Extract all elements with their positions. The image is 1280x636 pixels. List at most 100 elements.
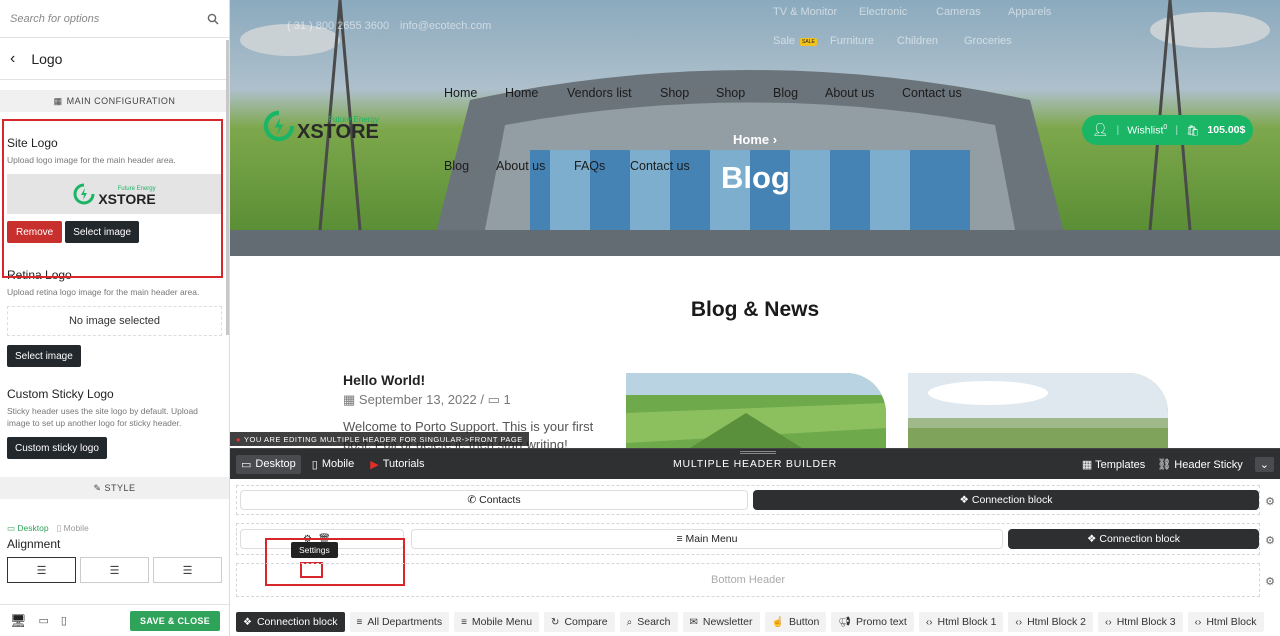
post-title[interactable]: Hello World!	[343, 372, 425, 388]
site-preview: ( 31 ) 800 2655 3600 info@ecotech.com TV…	[230, 0, 1280, 448]
code-icon: ‹›	[1194, 616, 1202, 628]
nav2-contact[interactable]: Contact us	[630, 159, 690, 173]
custom-sticky-logo-button[interactable]: Custom sticky logo	[7, 437, 107, 459]
editing-banner: ● YOU ARE EDITING MULTIPLE HEADER FOR SIN…	[230, 432, 529, 446]
sticky-logo-title: Custom Sticky Logo	[7, 387, 114, 401]
cart-icon[interactable]: 🛍︎	[1186, 124, 1199, 137]
palette-mobile-menu[interactable]: ≡ Mobile Menu	[454, 612, 540, 632]
link-icon: ⛓	[1157, 458, 1172, 471]
site-logo-name: XSTORE	[297, 121, 379, 143]
nav-blog[interactable]: Blog	[773, 86, 798, 100]
tab-tutorials[interactable]: ▶ Tutorials	[365, 455, 429, 474]
select-retina-button[interactable]: Select image	[7, 345, 81, 367]
align-right-button[interactable]: ☰	[153, 557, 222, 583]
palette-newsletter[interactable]: ✉ Newsletter	[682, 612, 760, 632]
search-input[interactable]: Search for options	[0, 0, 229, 38]
nav-home-1[interactable]: Home	[444, 86, 477, 100]
palette-button[interactable]: ☝ Button	[764, 612, 827, 632]
palette-promo-text[interactable]: 📢︎ Promo text	[831, 612, 914, 632]
row2-settings-icon[interactable]: ⚙	[1265, 534, 1275, 547]
code-icon: ‹›	[925, 616, 933, 628]
row1-settings-icon[interactable]: ⚙	[1265, 495, 1275, 508]
device-mobile-tab[interactable]: ▯ Mobile	[57, 523, 89, 534]
palette-connection-block[interactable]: ❖ Connection block	[236, 612, 345, 632]
nav2-faqs[interactable]: FAQs	[574, 159, 605, 173]
templates-button[interactable]: ▦ Templates	[1082, 458, 1145, 471]
back-button[interactable]: ‹ Logo	[0, 38, 229, 80]
palette-compare[interactable]: ↻ Compare	[544, 612, 615, 632]
desktop-preview-icon[interactable]: 🖥	[10, 613, 27, 629]
tab-mobile[interactable]: ▯ Mobile	[307, 455, 359, 474]
align-left-icon: ☰	[36, 564, 47, 577]
topbar-link-electronic[interactable]: Electronic	[859, 6, 907, 18]
topbar-link-groceries[interactable]: Groceries	[964, 35, 1012, 47]
palette-html-block[interactable]: ‹› Html Block	[1187, 612, 1264, 632]
align-center-button[interactable]: ☰	[80, 557, 149, 583]
palette-search[interactable]: ⌕ Search	[619, 612, 678, 632]
megaphone-icon: 📢︎	[838, 616, 852, 628]
device-desktop-tab[interactable]: ▭ Desktop	[7, 523, 49, 534]
menu-icon: ≡	[356, 616, 363, 628]
topbar-link-sale[interactable]: Sale	[773, 35, 795, 47]
customizer-panel: Search for options ‹ Logo ▦ MAIN CONFIGU…	[0, 0, 230, 636]
align-left-button[interactable]: ☰	[7, 557, 76, 583]
breadcrumb[interactable]: Home ›	[733, 132, 777, 147]
topbar-link-tv[interactable]: TV & Monitor	[773, 6, 837, 18]
bottom-header-row[interactable]: Bottom Header	[236, 563, 1260, 597]
post-meta: ▦ September 13, 2022 / ▭ 1	[343, 392, 511, 407]
post-image-1[interactable]	[626, 373, 886, 448]
hero-banner: ( 31 ) 800 2655 3600 info@ecotech.com TV…	[230, 0, 1280, 256]
post-image-2[interactable]	[908, 373, 1168, 448]
palette-html-block-1[interactable]: ‹› Html Block 1	[918, 612, 1004, 632]
device-switch: ▭ Desktop ▯ Mobile	[7, 523, 222, 534]
main-configuration-header: ▦ MAIN CONFIGURATION	[0, 90, 229, 112]
nav2-blog[interactable]: Blog	[444, 159, 469, 173]
tab-desktop[interactable]: ▭ Desktop	[236, 454, 301, 474]
desktop-icon: ▭	[241, 458, 252, 471]
bottom-header-label: Bottom Header	[711, 574, 785, 586]
layers-icon: ❖	[243, 616, 252, 628]
row3-settings-icon[interactable]: ⚙	[1265, 575, 1275, 588]
search-icon[interactable]	[207, 13, 219, 25]
nav-about[interactable]: About us	[825, 86, 874, 100]
mobile-preview-icon[interactable]: ▯	[61, 614, 67, 627]
nav2-about[interactable]: About us	[496, 159, 545, 173]
sticky-logo-desc: Sticky header uses the site logo by defa…	[7, 406, 198, 428]
panel-footer: 🖥 ▭ ▯ SAVE & CLOSE	[0, 604, 229, 636]
nav-contact[interactable]: Contact us	[902, 86, 962, 100]
topbar-link-furniture[interactable]: Furniture	[830, 35, 874, 47]
header-builder: ▭ Desktop ▯ Mobile ▶ Tutorials MULTIPLE HEA…	[230, 448, 1280, 636]
cart-total[interactable]: 105.00$	[1207, 124, 1245, 136]
drag-handle[interactable]	[740, 451, 776, 454]
collapse-button[interactable]: ⌄	[1254, 456, 1274, 472]
top-header-row: ✆ Contacts ❖ Connection block	[236, 485, 1260, 515]
comment-icon: ▭	[487, 392, 500, 407]
nav-shop-2[interactable]: Shop	[716, 86, 745, 100]
wishlist-cart-pill[interactable]: 👤︎ | Wishlist0 | 🛍︎ 105.00$	[1082, 115, 1253, 145]
topbar-link-apparels[interactable]: Apparels	[1008, 6, 1051, 18]
topbar-link-children[interactable]: Children	[897, 35, 938, 47]
user-icon[interactable]: 👤︎	[1092, 122, 1109, 138]
wishlist-link[interactable]: Wishlist0	[1127, 124, 1167, 137]
nav-shop-1[interactable]: Shop	[660, 86, 689, 100]
menu-icon: ≡	[461, 616, 467, 628]
layers-icon: ❖	[1087, 533, 1097, 545]
save-close-button[interactable]: SAVE & CLOSE	[130, 610, 220, 631]
tablet-preview-icon[interactable]: ▭	[39, 614, 49, 627]
panel-scrollbar[interactable]	[226, 40, 229, 335]
style-header: ✎ STYLE	[0, 477, 229, 499]
nav-home-2[interactable]: Home	[505, 86, 538, 100]
palette-all-departments[interactable]: ≡ All Departments	[349, 612, 450, 632]
palette-html-block-2[interactable]: ‹› Html Block 2	[1008, 612, 1094, 632]
site-logo[interactable]: Future Energy XSTORE	[263, 110, 379, 142]
nav-vendors[interactable]: Vendors list	[567, 86, 632, 100]
topbar-link-cameras[interactable]: Cameras	[936, 6, 981, 18]
main-menu-element[interactable]: ≡ Main Menu	[411, 529, 1003, 549]
builder-rows: ✆ Contacts ❖ Connection block ⚙ ⚙ 🗑︎ ≡ M…	[230, 479, 1280, 607]
contacts-element[interactable]: ✆ Contacts	[240, 490, 748, 510]
grid-icon: ▦	[53, 95, 63, 106]
connection-block-element-2[interactable]: ❖ Connection block	[1008, 529, 1259, 549]
connection-block-element-1[interactable]: ❖ Connection block	[753, 490, 1259, 510]
header-sticky-button[interactable]: ⛓ Header Sticky	[1157, 458, 1243, 471]
palette-html-block-3[interactable]: ‹› Html Block 3	[1098, 612, 1183, 632]
